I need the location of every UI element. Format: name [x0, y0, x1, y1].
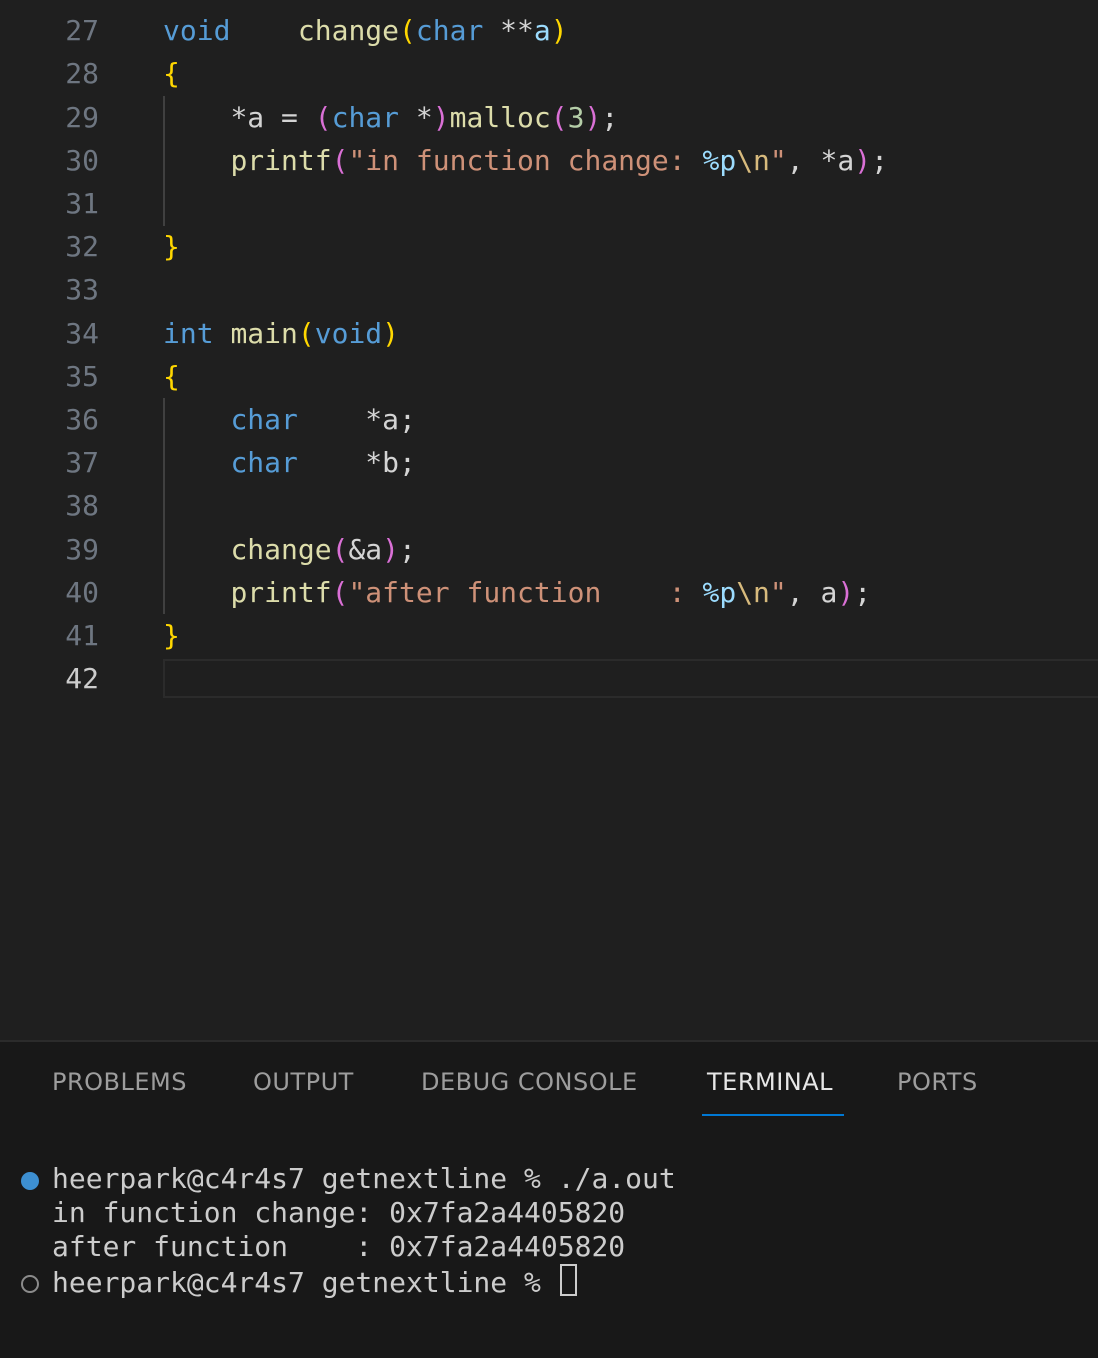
tab-ports[interactable]: PORTS: [897, 1068, 978, 1096]
tab-debug-console[interactable]: DEBUG CONSOLE: [421, 1068, 638, 1096]
line-number: 33: [65, 273, 99, 306]
terminal-cursor: [559, 1264, 577, 1296]
terminal-line: in function change: 0x7fa2a4405820: [52, 1196, 626, 1229]
line-number: 38: [65, 489, 99, 522]
line-number: 42: [65, 662, 99, 695]
code-text: printf("in function change: %p\n", *a);: [230, 144, 888, 177]
code-line[interactable]: 41 }: [0, 614, 1098, 657]
line-number: 28: [65, 57, 99, 90]
code-line[interactable]: 29 *a = (char *)malloc(3);: [0, 96, 1098, 139]
line-number: 31: [65, 187, 99, 220]
line-number: 36: [65, 403, 99, 436]
code-line[interactable]: 39 change(&a);: [0, 528, 1098, 571]
line-number: 29: [65, 101, 99, 134]
code-line[interactable]: 31: [0, 182, 1098, 225]
line-number: 37: [65, 446, 99, 479]
terminal-prompt[interactable]: heerpark@c4r4s7 getnextline %: [52, 1264, 577, 1300]
code-line[interactable]: 28 {: [0, 52, 1098, 95]
code-line[interactable]: 33: [0, 268, 1098, 311]
panel-tabs: PROBLEMS OUTPUT DEBUG CONSOLE TERMINAL P…: [0, 1042, 1098, 1122]
line-number: 30: [65, 144, 99, 177]
code-text: char *b;: [230, 446, 416, 479]
line-number: 32: [65, 230, 99, 263]
tab-terminal[interactable]: TERMINAL: [707, 1068, 833, 1096]
code-line[interactable]: 34 int main(void): [0, 312, 1098, 355]
code-text: printf("after function : %p\n", a);: [230, 576, 872, 609]
code-editor[interactable]: 27 void change(char **a) 28 { 29 *a = (c…: [0, 0, 1098, 1040]
code-text: }: [163, 230, 180, 263]
code-text: int main(void): [163, 317, 400, 350]
code-text: {: [163, 360, 180, 393]
code-text: }: [163, 619, 180, 652]
active-tab-indicator: [702, 1114, 844, 1116]
code-text: *a = (char *)malloc(3);: [230, 101, 619, 134]
code-line[interactable]: 35 {: [0, 355, 1098, 398]
code-text: change(&a);: [230, 533, 416, 566]
code-line-active[interactable]: 42: [0, 657, 1098, 700]
code-text: void change(char **a): [163, 14, 568, 47]
command-pending-icon: [21, 1275, 39, 1293]
code-line[interactable]: 37 char *b;: [0, 441, 1098, 484]
code-text: char *a;: [230, 403, 416, 436]
code-line[interactable]: 36 char *a;: [0, 398, 1098, 441]
code-text: {: [163, 57, 180, 90]
line-number: 40: [65, 576, 99, 609]
line-number: 27: [65, 14, 99, 47]
code-line[interactable]: 40 printf("after function : %p\n", a);: [0, 571, 1098, 614]
line-number: 34: [65, 317, 99, 350]
code-line[interactable]: 27 void change(char **a): [0, 9, 1098, 52]
tab-problems[interactable]: PROBLEMS: [52, 1068, 187, 1096]
line-number: 39: [65, 533, 99, 566]
line-number: 35: [65, 360, 99, 393]
code-line[interactable]: 38: [0, 484, 1098, 527]
code-line[interactable]: 32 }: [0, 225, 1098, 268]
code-line[interactable]: 30 printf("in function change: %p\n", *a…: [0, 139, 1098, 182]
line-number: 41: [65, 619, 99, 652]
prompt-text: heerpark@c4r4s7 getnextline %: [52, 1266, 558, 1299]
tab-output[interactable]: OUTPUT: [253, 1068, 354, 1096]
terminal-line: after function : 0x7fa2a4405820: [52, 1230, 626, 1263]
bottom-panel: PROBLEMS OUTPUT DEBUG CONSOLE TERMINAL P…: [0, 1040, 1098, 1358]
terminal-line: heerpark@c4r4s7 getnextline % ./a.out: [52, 1162, 676, 1195]
command-success-icon[interactable]: [21, 1172, 39, 1190]
